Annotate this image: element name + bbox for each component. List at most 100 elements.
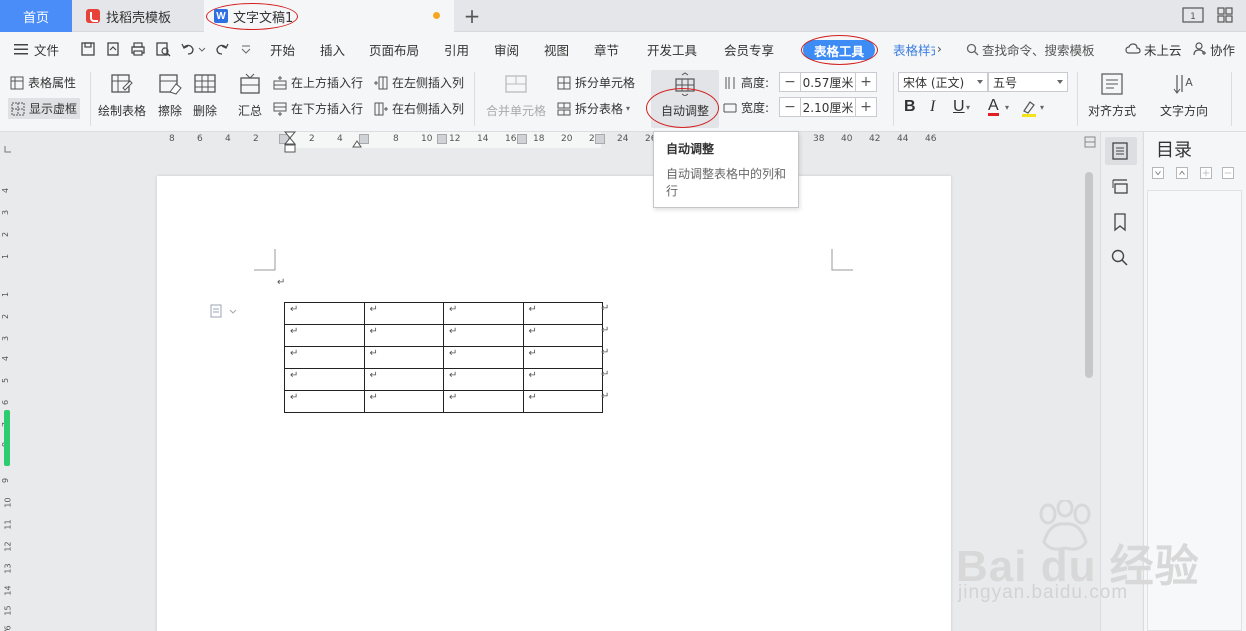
erase-button[interactable]: 擦除 <box>158 66 182 130</box>
scroll-split-icon[interactable] <box>1084 136 1096 148</box>
insert-col-right-button[interactable]: 在右侧插入列 <box>374 100 464 117</box>
align-dropdown[interactable]: 对齐方式 <box>1088 66 1136 130</box>
table-cell[interactable]: ↵ <box>363 302 444 325</box>
menu-item-view[interactable]: 视图 <box>544 32 569 66</box>
table-cell[interactable]: ↵ <box>443 324 524 347</box>
table-cell[interactable]: ↵ <box>363 368 444 391</box>
underline-caret-icon[interactable]: ▾ <box>966 103 970 112</box>
menu-item-developer[interactable]: 开发工具 <box>647 32 697 66</box>
table-cell[interactable]: ↵ <box>522 346 603 369</box>
font-size-select[interactable]: 五号 <box>988 72 1068 92</box>
font-color-button[interactable]: A <box>988 98 999 116</box>
paragraph-handle-icon[interactable] <box>210 304 238 318</box>
table-cell[interactable]: ↵ <box>443 302 524 325</box>
table-cell[interactable]: ↵ <box>522 390 603 413</box>
window-layout-icon[interactable]: 1 <box>1182 6 1204 24</box>
table-cell[interactable]: ↵ <box>443 390 524 413</box>
print-icon[interactable] <box>130 41 146 57</box>
print-preview-icon[interactable] <box>155 41 171 57</box>
table-cell[interactable]: ↵ <box>363 346 444 369</box>
auto-adjust-dropdown[interactable]: 自动调整 <box>654 66 716 130</box>
menu-item-table-style[interactable]: 表格样式 <box>893 32 935 66</box>
insert-col-left-button[interactable]: 在左侧插入列 <box>374 74 464 91</box>
underline-button[interactable]: U <box>953 98 965 116</box>
split-table-dropdown[interactable]: 拆分表格 ▾ <box>557 100 630 117</box>
menu-item-review[interactable]: 审阅 <box>494 32 519 66</box>
italic-button[interactable]: I <box>930 98 935 116</box>
table-cell[interactable]: ↵ <box>363 324 444 347</box>
insert-row-above-button[interactable]: 在上方插入行 <box>273 74 363 91</box>
scrollbar-thumb[interactable] <box>1085 172 1093 378</box>
row-height-decrease-button[interactable]: − <box>780 73 800 91</box>
delete-dropdown[interactable]: 删除 <box>193 66 217 130</box>
font-family-select[interactable]: 宋体 (正文) <box>898 72 988 92</box>
menu-item-member[interactable]: 会员专享 <box>724 32 774 66</box>
toc-add-icon[interactable] <box>1200 167 1212 179</box>
menu-item-page-layout[interactable]: 页面布局 <box>369 32 419 66</box>
text-direction-dropdown[interactable]: A 文字方向 <box>1160 66 1208 130</box>
split-cells-button[interactable]: 拆分单元格 <box>557 74 635 91</box>
col-width-stepper[interactable]: − 2.10厘米 + <box>779 97 877 117</box>
table-cell[interactable]: ↵ <box>443 368 524 391</box>
toc-collapse-icon[interactable] <box>1152 167 1164 179</box>
document-table[interactable]: ↵ ↵ ↵ ↵ ↵ ↵ ↵ ↵ ↵ ↵ ↵ ↵ ↵ ↵ ↵ ↵ ↵ ↵ ↵ ↵ <box>284 302 603 413</box>
merge-cells-button[interactable]: 合并单元格 <box>486 66 546 130</box>
redo-icon[interactable] <box>214 41 230 57</box>
hanging-indent-marker-icon[interactable] <box>352 138 362 148</box>
horizontal-ruler[interactable]: 86422481012141618202224263840424446 <box>157 132 947 148</box>
table-cell[interactable]: ↵ <box>443 346 524 369</box>
ruler-column-marker[interactable] <box>517 134 527 144</box>
bold-button[interactable]: B <box>904 98 916 116</box>
menu-scroll-right-icon[interactable]: › <box>937 32 942 66</box>
menu-item-insert[interactable]: 插入 <box>320 32 345 66</box>
tab-table-tools[interactable]: 表格工具 <box>803 40 875 60</box>
save-icon[interactable] <box>80 41 96 57</box>
highlight-caret-icon[interactable]: ▾ <box>1040 103 1044 112</box>
col-width-decrease-button[interactable]: − <box>780 98 800 116</box>
collaborate-button[interactable]: 协作 <box>1193 32 1235 66</box>
export-pdf-icon[interactable] <box>105 41 121 57</box>
table-cell[interactable]: ↵ <box>284 302 365 325</box>
col-width-increase-button[interactable]: + <box>856 98 876 116</box>
bookmark-icon[interactable] <box>1110 212 1130 232</box>
draw-table-button[interactable]: 绘制表格 <box>98 66 146 130</box>
menu-item-start[interactable]: 开始 <box>270 32 295 66</box>
ruler-column-marker[interactable] <box>437 134 447 144</box>
summary-button[interactable]: 汇总 <box>238 66 262 130</box>
table-cell[interactable]: ↵ <box>522 368 603 391</box>
toc-remove-icon[interactable] <box>1222 167 1234 179</box>
apps-grid-icon[interactable] <box>1214 6 1236 24</box>
table-cell[interactable]: ↵ <box>284 324 365 347</box>
tab-docer-templates[interactable]: 找稻壳模板 <box>74 0 202 32</box>
new-tab-button[interactable]: + <box>458 0 486 32</box>
row-height-stepper[interactable]: − 0.57厘米 + <box>779 72 877 92</box>
toc-expand-icon[interactable] <box>1176 167 1188 179</box>
customize-toolbar-icon[interactable] <box>240 41 252 57</box>
indent-marker-icon[interactable] <box>283 131 297 155</box>
font-color-caret-icon[interactable]: ▾ <box>1005 103 1009 112</box>
col-width-value[interactable]: 2.10厘米 <box>800 98 856 116</box>
cloud-status[interactable]: 未上云 <box>1125 32 1182 66</box>
toc-panel-icon[interactable] <box>1110 141 1130 161</box>
table-cell[interactable]: ↵ <box>363 390 444 413</box>
navigation-pane-icon[interactable] <box>1110 176 1130 196</box>
table-cell[interactable]: ↵ <box>522 302 603 325</box>
undo-dropdown-icon[interactable] <box>198 41 206 57</box>
row-height-value[interactable]: 0.57厘米 <box>800 73 856 91</box>
ruler-column-marker[interactable] <box>595 134 605 144</box>
vertical-ruler[interactable]: 43211234567891011121314151617 <box>0 148 14 631</box>
table-properties-button[interactable]: 表格属性 <box>10 74 76 91</box>
table-cell[interactable]: ↵ <box>284 346 365 369</box>
table-cell[interactable]: ↵ <box>284 368 365 391</box>
tab-document[interactable]: W 文字文稿1 <box>204 0 454 32</box>
file-menu[interactable]: 文件 <box>14 32 59 66</box>
menu-item-chapter[interactable]: 章节 <box>594 32 619 66</box>
undo-icon[interactable] <box>180 41 196 57</box>
command-search[interactable]: 查找命令、搜索模板 <box>966 32 1095 66</box>
row-height-increase-button[interactable]: + <box>856 73 876 91</box>
table-cell[interactable]: ↵ <box>284 390 365 413</box>
insert-row-below-button[interactable]: 在下方插入行 <box>273 100 363 117</box>
tab-home[interactable]: 首页 <box>0 0 72 32</box>
menu-item-references[interactable]: 引用 <box>444 32 469 66</box>
show-gridlines-toggle[interactable]: 显示虚框 <box>8 98 81 119</box>
